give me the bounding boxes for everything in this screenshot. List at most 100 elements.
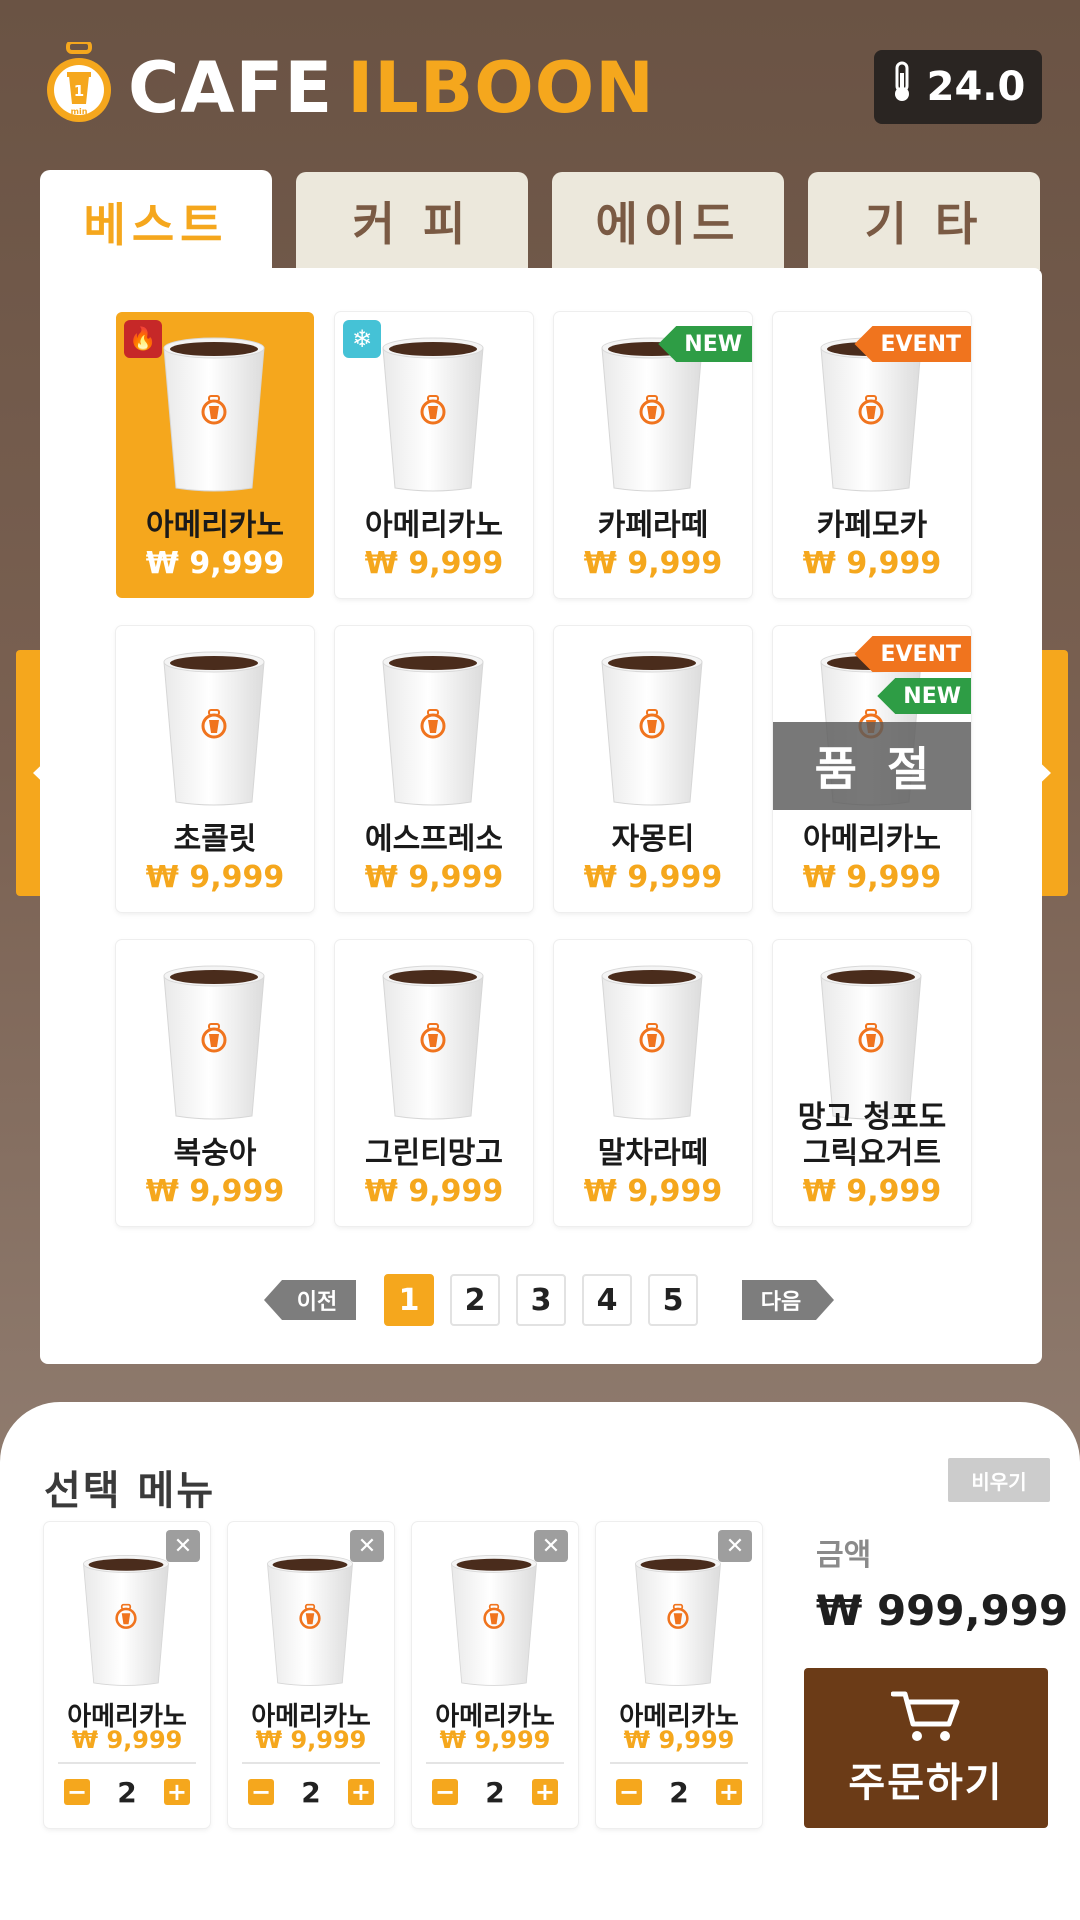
page-button-5[interactable]: 5 [648,1274,698,1326]
product-name: 망고 청포도 그릭요거트 [797,1100,947,1171]
product-price: ₩ 9,999 [802,546,942,581]
coffee-cup-image [158,648,270,808]
svg-text:1: 1 [74,82,84,100]
page-button-3[interactable]: 3 [516,1274,566,1326]
product-price: ₩ 9,999 [364,1174,504,1209]
product-name: 아메리카노 [803,822,941,857]
coffee-cup-image [596,962,708,1122]
tab-ade[interactable]: 에이드 [552,172,784,270]
product-card[interactable]: 망고 청포도 그릭요거트 ₩ 9,999 [773,940,971,1226]
product-price: ₩ 9,999 [145,860,285,895]
quantity-stepper: − 2 + [432,1774,558,1810]
event-ribbon: EVENT [854,326,971,362]
quantity-value: 2 [669,1775,689,1809]
quantity-value: 2 [117,1775,137,1809]
clear-button[interactable]: 비우기 [948,1458,1050,1502]
product-name: 말차라떼 [597,1136,709,1171]
product-price: ₩ 9,999 [583,860,723,895]
product-name: 아메리카노 [146,508,284,543]
product-card[interactable]: NEW 카페라떼 ₩ 9,999 [554,312,752,598]
selected-menu-title: 선택 메뉴 [44,1468,216,1514]
minus-icon[interactable]: − [64,1779,90,1805]
pagination: 이전 1 2 3 4 5 다음 [40,1274,1042,1328]
product-price: ₩ 9,999 [145,546,285,581]
product-name: 그린티망고 [365,1136,503,1171]
plus-icon[interactable]: + [347,1779,374,1805]
product-card[interactable]: ❄ 아메리카노 ₩ 9,999 [335,312,533,598]
plus-icon[interactable]: + [715,1779,742,1805]
coffee-cup-image [78,1552,174,1688]
selected-item-price: ₩ 9,999 [623,1726,735,1754]
brand-title: CAFE ILBOON [128,48,655,128]
product-name: 초콜릿 [173,822,257,857]
pagination-prev-button[interactable]: 이전 [264,1280,356,1320]
minus-icon[interactable]: − [432,1779,458,1805]
product-card[interactable]: 자몽티 ₩ 9,999 [554,626,752,912]
tab-coffee[interactable]: 커 피 [296,172,528,270]
selected-item-card: ✕ 아메리카노 ₩ 9,999 − 2 + [412,1522,578,1828]
product-panel: 🔥 아메리카노 ₩ 9,999 ❄ 아메리카노 ₩ 9,999 NEW 카페라떼… [40,268,1042,1364]
coffee-cup-image [596,648,708,808]
product-name: 아메리카노 [365,508,503,543]
amount-label: 금액 [816,1538,872,1573]
selected-item-price: ₩ 9,999 [255,1726,367,1754]
product-card[interactable]: 에스프레소 ₩ 9,999 [335,626,533,912]
selected-item-price: ₩ 9,999 [439,1726,551,1754]
page-button-4[interactable]: 4 [582,1274,632,1326]
divider [610,1762,748,1764]
coffee-cup-image [377,962,489,1122]
new-ribbon: NEW [658,326,752,362]
category-tabs: 베스트 커 피 에이드 기 타 [40,170,1042,274]
divider [242,1762,380,1764]
product-price: ₩ 9,999 [145,1174,285,1209]
new-ribbon: NEW [877,678,971,714]
minus-icon[interactable]: − [616,1779,642,1805]
plus-icon[interactable]: + [163,1779,190,1805]
quantity-stepper: − 2 + [616,1774,742,1810]
cart-icon [891,1691,960,1741]
svg-text:min: min [71,107,88,116]
product-price: ₩ 9,999 [364,860,504,895]
selected-item-price: ₩ 9,999 [71,1726,183,1754]
selected-item-card: ✕ 아메리카노 ₩ 9,999 − 2 + [228,1522,394,1828]
product-card[interactable]: EVENT 카페모카 ₩ 9,999 [773,312,971,598]
sold-out-overlay: 품절 [773,722,971,810]
plus-icon[interactable]: + [531,1779,558,1805]
divider [426,1762,564,1764]
selected-item-card: ✕ 아메리카노 ₩ 9,999 − 2 + [596,1522,762,1828]
page-button-2[interactable]: 2 [450,1274,500,1326]
product-card[interactable]: 그린티망고 ₩ 9,999 [335,940,533,1226]
product-name: 복숭아 [173,1136,257,1171]
thermometer-icon [891,61,913,113]
minus-icon[interactable]: − [248,1779,274,1805]
product-name: 카페라떼 [597,508,709,543]
event-ribbon: EVENT [854,636,971,672]
product-card[interactable]: 초콜릿 ₩ 9,999 [116,626,314,912]
product-name: 에스프레소 [365,822,503,857]
product-card[interactable]: 말차라떼 ₩ 9,999 [554,940,752,1226]
product-name: 카페모카 [816,508,928,543]
coffee-cup-image [377,648,489,808]
fire-icon: 🔥 [124,320,162,358]
logo-icon: 1 min [44,40,114,128]
product-card[interactable]: 복숭아 ₩ 9,999 [116,940,314,1226]
selected-item-card: ✕ 아메리카노 ₩ 9,999 − 2 + [44,1522,210,1828]
quantity-value: 2 [485,1775,505,1809]
quantity-stepper: − 2 + [64,1774,190,1810]
product-name: 자몽티 [611,822,695,857]
coffee-cup-image [158,962,270,1122]
product-card: EVENT NEW 품절 아메리카노 ₩ 9,999 [773,626,971,912]
order-button[interactable]: 주문하기 [804,1668,1048,1828]
product-price: ₩ 9,999 [583,1174,723,1209]
quantity-value: 2 [301,1775,321,1809]
page-button-1[interactable]: 1 [384,1274,434,1326]
coffee-cup-image [262,1552,358,1688]
header: 1 min CAFE ILBOON 24.0 [44,40,1044,134]
tab-etc[interactable]: 기 타 [808,172,1040,270]
product-card[interactable]: 🔥 아메리카노 ₩ 9,999 [116,312,314,598]
temperature-value: 24.0 [926,64,1026,110]
coffee-cup-image [815,962,927,1122]
pagination-next-button[interactable]: 다음 [742,1280,834,1320]
tab-best[interactable]: 베스트 [40,170,272,274]
selected-menu-section: 선택 메뉴 비우기 ✕ 아메리카노 ₩ 9,999 − 2 + ✕ 아메리카노 … [0,1402,1080,1920]
